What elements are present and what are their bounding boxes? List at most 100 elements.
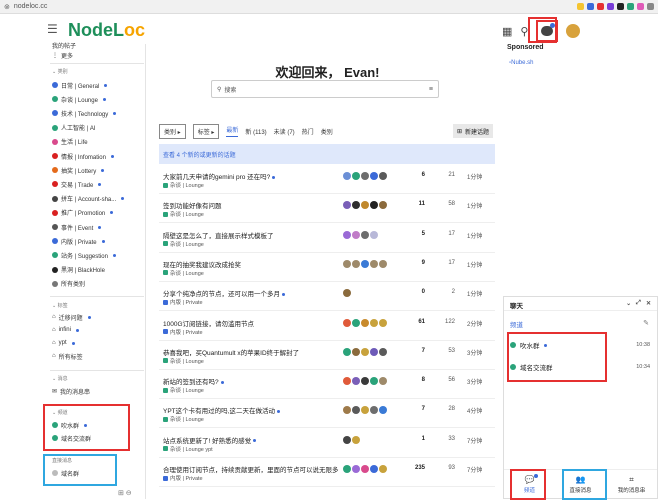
- sidebar-item-category[interactable]: 抽奖 | Lottery: [52, 165, 105, 175]
- avatar[interactable]: [343, 289, 351, 298]
- topic-title[interactable]: 站点系统更新了! 好熟悉的感觉: [163, 435, 257, 445]
- topic-title[interactable]: 隔壁这是怎么了，直接展示样式模板了: [163, 230, 274, 240]
- sidebar-footer-controls[interactable]: ⊞ ⊖: [118, 489, 132, 497]
- sidebar-item-my-posts[interactable]: 我的帖子: [52, 40, 76, 50]
- activity-time[interactable]: 3分钟: [467, 377, 482, 386]
- avatar[interactable]: [361, 201, 369, 210]
- tab-latest[interactable]: 最新: [226, 125, 239, 137]
- channels-heading[interactable]: ⌄ 频道: [52, 409, 68, 416]
- sidebar-item-category[interactable]: 技术 | Technology: [52, 108, 117, 118]
- avatar[interactable]: [361, 377, 369, 386]
- sidebar-item-tag[interactable]: ⌂ infini: [52, 325, 79, 335]
- activity-time[interactable]: 1分钟: [467, 201, 482, 210]
- sidebar-item-category[interactable]: 推广 | Promotion: [52, 208, 114, 218]
- avatar[interactable]: [343, 259, 351, 268]
- search-input[interactable]: ⚲ 搜索 ≡: [211, 80, 439, 98]
- hamburger-menu-icon[interactable]: ☰: [47, 22, 58, 36]
- topic-title[interactable]: 大家前几天申请的gemini pro 还在吗?: [163, 171, 276, 181]
- avatar[interactable]: [343, 201, 351, 210]
- tab-categories[interactable]: 类别: [321, 127, 333, 136]
- avatar[interactable]: [361, 172, 369, 180]
- tags-dropdown[interactable]: 标签 ▸: [192, 123, 220, 139]
- sidebar-item-category[interactable]: 拼车 | Account-sha...: [52, 194, 125, 204]
- activity-time[interactable]: 2分钟: [467, 319, 482, 328]
- sidebar-item-category[interactable]: 交易 | Trade: [52, 179, 102, 189]
- avatar[interactable]: [352, 230, 360, 239]
- topic-title[interactable]: 恭喜我吧，买Quantumult x的苹果ID终于解封了: [163, 347, 299, 357]
- avatar[interactable]: [379, 377, 387, 386]
- topic-title[interactable]: 现在的抽奖我建议改成抢奖: [163, 259, 241, 269]
- avatar[interactable]: [352, 465, 360, 473]
- topic-title[interactable]: 新站的签到还有吗?: [163, 376, 224, 386]
- sidebar-item-channel[interactable]: 吹水群: [52, 420, 88, 430]
- sidebar-item-category[interactable]: 日常 | General: [52, 80, 108, 90]
- avatar[interactable]: [343, 172, 351, 180]
- avatar[interactable]: [370, 230, 378, 239]
- chat-channel-row[interactable]: 吹水群 10:38: [510, 339, 652, 351]
- topic-row[interactable]: 现在的抽奖我建议改成抢奖 杂谈 | Lounge 9 17 1分钟: [159, 258, 495, 282]
- sidebar-item-my-messages[interactable]: ✉ 我的消息串: [52, 386, 90, 396]
- categories-dropdown[interactable]: 类别 ▸: [159, 123, 186, 139]
- sidebar-item-category[interactable]: 内版 | Private: [52, 236, 105, 246]
- new-topic-button[interactable]: ⊞ 新建话题: [453, 124, 494, 138]
- avatar[interactable]: [370, 172, 378, 180]
- extension-icon[interactable]: [637, 3, 644, 10]
- avatar[interactable]: [361, 406, 369, 415]
- topic-row[interactable]: 合理使用订阅节点，持续贡献更新，里面的节点可以说无限多 内版 | Private 2…: [159, 463, 495, 487]
- topic-category[interactable]: 内版 | Private: [163, 474, 203, 482]
- topic-category[interactable]: 杂谈 | Lounge: [163, 181, 204, 189]
- avatar[interactable]: [361, 259, 369, 268]
- avatar[interactable]: [370, 377, 378, 386]
- sidebar-item-tag[interactable]: ⌂ ypt: [52, 338, 75, 348]
- activity-time[interactable]: 3分钟: [467, 348, 482, 357]
- topic-category[interactable]: 杂谈 | Lounge: [163, 357, 204, 365]
- messages-heading[interactable]: ⌄ 消息: [52, 375, 68, 382]
- sponsor-link[interactable]: ▫Nube.sh: [509, 60, 534, 66]
- topic-row[interactable]: 分享个纯净点的节点，还可以用一个多月 内版 | Private 0 2 1分钟: [159, 287, 495, 312]
- direct-messages-heading[interactable]: 直接消息: [52, 457, 72, 464]
- sidebar-item-category[interactable]: 黑洞 | BlackHole: [52, 265, 105, 275]
- activity-time[interactable]: 1分钟: [467, 172, 482, 181]
- avatar[interactable]: [343, 406, 351, 415]
- avatar[interactable]: [352, 259, 360, 268]
- avatar[interactable]: [352, 347, 360, 356]
- sidebar-item-category[interactable]: 杂谈 | Lounge: [52, 94, 106, 104]
- sidebar-item-more[interactable]: ⋮ 更多: [52, 50, 73, 60]
- topic-category[interactable]: 杂谈 | Lounge ypt: [163, 445, 213, 453]
- topic-row[interactable]: YPT这个卡有用过的吗,这二天在做活动 杂谈 | Lounge 7 28 4分钟: [159, 404, 495, 429]
- activity-time[interactable]: 1分钟: [467, 260, 482, 269]
- extension-icon[interactable]: [617, 3, 624, 10]
- sidebar-item-tag[interactable]: ⌂ 所有标签: [52, 351, 83, 361]
- sidebar-item-tag[interactable]: ⌂ 迁移问题: [52, 312, 91, 322]
- chat-channel-row[interactable]: 域名交流群 10:34: [510, 361, 652, 373]
- avatar[interactable]: [343, 377, 351, 386]
- avatar[interactable]: [370, 259, 378, 268]
- tab-hot[interactable]: 热门: [302, 127, 314, 136]
- topic-row[interactable]: 大家前几天申请的gemini pro 还在吗? 杂谈 | Lounge 6 21 1分钟: [159, 170, 495, 194]
- avatar[interactable]: [370, 201, 378, 210]
- avatar[interactable]: [352, 435, 360, 444]
- topic-category[interactable]: 杂谈 | Lounge: [163, 210, 204, 218]
- avatar[interactable]: [361, 318, 369, 327]
- sidebar-item-category[interactable]: 站务 | Suggestion: [52, 250, 116, 260]
- avatar[interactable]: [352, 406, 360, 415]
- avatar[interactable]: [352, 172, 360, 180]
- expand-icon[interactable]: ⤢: [636, 300, 641, 307]
- avatar[interactable]: [343, 465, 351, 473]
- avatar[interactable]: [379, 318, 387, 327]
- topic-category[interactable]: 杂谈 | Lounge: [163, 415, 204, 423]
- sidebar-item-category[interactable]: 生活 | Life: [52, 137, 88, 147]
- avatar[interactable]: [379, 347, 387, 356]
- topic-category[interactable]: 杂谈 | Lounge: [163, 240, 204, 248]
- activity-time[interactable]: 7分钟: [467, 465, 482, 474]
- collapse-icon[interactable]: ⌄: [626, 300, 631, 307]
- topic-row[interactable]: 恭喜我吧，买Quantumult x的苹果ID终于解封了 杂谈 | Lounge 7…: [159, 346, 495, 370]
- avatar[interactable]: [370, 465, 378, 473]
- extension-icon[interactable]: [597, 3, 604, 10]
- extension-icon[interactable]: [607, 3, 614, 10]
- extension-icon[interactable]: [627, 3, 634, 10]
- avatar[interactable]: [379, 406, 387, 415]
- sidebar-item-category[interactable]: 情报 | Infomation: [52, 151, 114, 161]
- avatar[interactable]: [379, 172, 387, 180]
- sidebar-item-channel[interactable]: 域名交流群: [52, 433, 91, 443]
